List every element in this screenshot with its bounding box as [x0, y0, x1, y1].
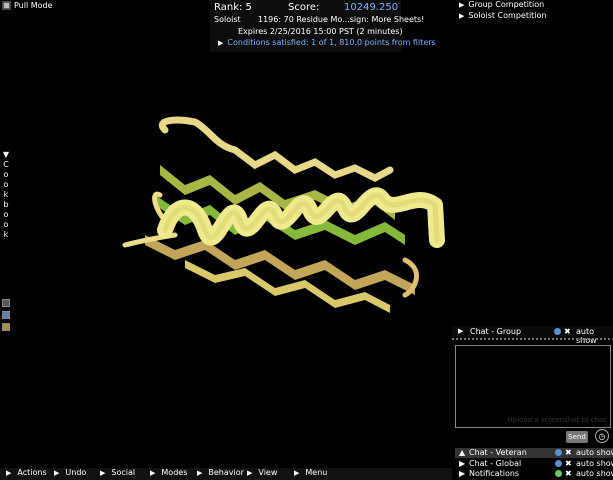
triangle-down-icon: ▼: [2, 150, 10, 159]
group-competition-label: Group Competition: [468, 0, 545, 9]
triangle-right-icon: ▶: [197, 468, 203, 477]
mode-label: Soloist: [214, 15, 241, 24]
triangle-right-icon: ▶: [459, 12, 465, 20]
cookbook-letter: o: [3, 220, 9, 229]
rank-label: Rank: 5: [214, 2, 252, 13]
channel-notifications[interactable]: ▶ Notifications ✖ auto show: [455, 469, 613, 479]
cookbook-letter: k: [3, 230, 9, 239]
menu-label: Behavior: [208, 468, 244, 477]
recipe-icon[interactable]: [2, 311, 10, 319]
script-icon[interactable]: [2, 299, 10, 307]
score-value: 10249.250: [344, 2, 399, 13]
triangle-right-icon: ▶: [459, 459, 466, 468]
close-icon[interactable]: ✖: [564, 327, 571, 336]
notes-icon[interactable]: [2, 323, 10, 331]
chat-message-area[interactable]: Upload a screenshot to chat: [455, 345, 611, 428]
clock-icon[interactable]: ◷: [595, 429, 609, 443]
triangle-right-icon: ▶: [459, 1, 465, 9]
channel-label: Notifications: [469, 469, 520, 478]
score-panel: Rank: 5 Score: 10249.250 Soloist 1196: 7…: [210, 0, 436, 52]
triangle-right-icon: ▶: [218, 39, 224, 47]
channel-global[interactable]: ▶ Chat - Global ✖ auto show: [455, 459, 613, 469]
pull-mode-indicator[interactable]: Pull Mode: [2, 1, 53, 10]
menu-label: Social: [111, 468, 136, 477]
send-button[interactable]: Send: [566, 431, 588, 443]
auto-show-label[interactable]: auto show: [576, 327, 613, 345]
cookbook-letter: o: [3, 180, 9, 189]
pull-mode-label: Pull Mode: [14, 1, 53, 10]
info-icon[interactable]: [555, 460, 562, 467]
cookbook-letter: o: [3, 170, 9, 179]
menu-social[interactable]: ▶ Social: [100, 468, 135, 477]
bottom-menu-bar: ▶ Actions ▶ Undo ▶ Social ▶ Modes ▶ Behavior …: [0, 468, 452, 480]
menu-modes[interactable]: ▶ Modes: [150, 468, 187, 477]
menu-label: Undo: [65, 468, 87, 477]
triangle-right-icon: ▶: [150, 468, 156, 477]
cookbook-tab[interactable]: ▼ C o o k b o o k: [2, 150, 10, 240]
soloist-competition-toggle[interactable]: ▶ Soloist Competition: [459, 11, 547, 20]
triangle-right-icon: ▶: [54, 468, 60, 477]
menu-label: View: [258, 468, 278, 477]
expires-label: Expires 2/25/2016 15:00 PST (2 minutes): [238, 27, 403, 36]
chat-group-label: Chat - Group: [470, 327, 522, 336]
menu-view[interactable]: ▶ View: [247, 468, 277, 477]
menu-label: Modes: [161, 468, 188, 477]
protein-viewport[interactable]: [115, 110, 445, 320]
auto-show-label[interactable]: auto show: [576, 469, 613, 478]
loop-top: [159, 116, 394, 182]
menu-label: Menu: [305, 468, 328, 477]
cookbook-letter: b: [3, 200, 9, 209]
triangle-right-icon: ▶: [100, 468, 106, 477]
channel-label: Chat - Veteran: [469, 448, 527, 457]
group-competition-toggle[interactable]: ▶ Group Competition: [459, 0, 544, 9]
menu-behavior[interactable]: ▶ Behavior: [197, 468, 244, 477]
close-icon[interactable]: ✖: [565, 469, 572, 478]
chat-resize-handle[interactable]: [452, 338, 613, 340]
info-icon[interactable]: [554, 328, 561, 335]
info-icon[interactable]: [555, 449, 562, 456]
auto-show-label[interactable]: auto show: [576, 448, 613, 457]
menu-undo[interactable]: ▶ Undo: [54, 468, 86, 477]
pull-mode-icon: [2, 1, 11, 10]
channel-label: Chat - Global: [469, 459, 522, 468]
chat-placeholder: Upload a screenshot to chat: [507, 416, 606, 424]
triangle-right-icon: ▶: [247, 468, 253, 477]
cookbook-letter: o: [3, 210, 9, 219]
channel-veteran[interactable]: ▲ Chat - Veteran ✖ auto show: [455, 448, 613, 458]
triangle-right-icon: ▶: [294, 468, 300, 477]
conditions-toggle[interactable]: ▶ Conditions satisfied: 1 of 1, 810.0 poi…: [218, 38, 436, 47]
triangle-right-icon: ▶: [459, 469, 466, 478]
close-icon[interactable]: ✖: [565, 448, 572, 457]
menu-actions[interactable]: ▶ Actions: [6, 468, 47, 477]
triangle-right-icon: ▶: [458, 327, 464, 335]
score-label: Score:: [288, 2, 320, 13]
info-icon[interactable]: [555, 470, 562, 477]
chat-group-header[interactable]: ▶ Chat - Group ✖ auto show: [452, 326, 613, 345]
menu-label: Actions: [17, 468, 47, 477]
soloist-competition-label: Soloist Competition: [468, 11, 547, 20]
cookbook-letter: k: [3, 190, 9, 199]
triangle-up-icon: ▲: [459, 448, 466, 457]
auto-show-label[interactable]: auto show: [576, 459, 613, 468]
cookbook-letter: C: [3, 160, 9, 169]
close-icon[interactable]: ✖: [565, 459, 572, 468]
conditions-label: Conditions satisfied: 1 of 1, 810.0 poin…: [227, 38, 436, 47]
triangle-right-icon: ▶: [6, 468, 12, 477]
puzzle-title: 1196: 70 Residue Mo...sign: More Sheets!: [258, 15, 425, 24]
menu-menu[interactable]: ▶ Menu: [294, 468, 327, 477]
